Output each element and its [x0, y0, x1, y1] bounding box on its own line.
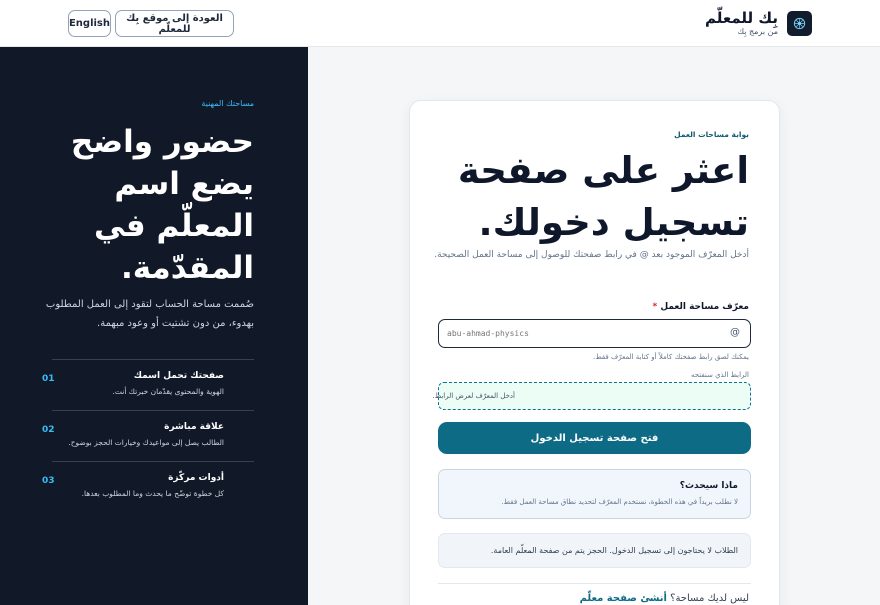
create-teacher-page-link[interactable]: أنشئ صفحة معلّم	[580, 593, 667, 604]
brain-icon	[793, 17, 806, 30]
panel-eyebrow: مساحتك المهنية	[201, 99, 254, 108]
feature-item: 01 صفحتك تحمل اسمك الهوية والمحتوى يقدّم…	[42, 359, 254, 410]
signup-prompt: ليس لديك مساحة؟ أنشئ صفحة معلّم	[580, 593, 749, 604]
top-header: بِك للمعلّم من برمج بِك العودة إلى موقع …	[0, 0, 880, 47]
panel-title: حضور واضح يضع اسم المعلّم في المقدّمة.	[70, 124, 254, 286]
feature-number: 01	[42, 374, 55, 384]
info-body: لا نطلب بريداً في هذه الخطوة، نستخدم الم…	[501, 498, 738, 506]
panel-description: صُممت مساحة الحساب لتقود إلى العمل المطل…	[45, 299, 254, 329]
back-to-site-button[interactable]: العودة إلى موقع بِك للمعلّم	[115, 10, 234, 37]
brand-name: بِك للمعلّم	[705, 9, 778, 27]
feature-number: 03	[42, 476, 55, 486]
field-help-text: يمكنك لصق رابط صفحتك كاملاً أو كتابة الم…	[592, 353, 749, 361]
feature-subtitle: الهوية والمحتوى يقدّمان خبرتك أنت.	[112, 387, 224, 396]
url-preview-text: أدخل المعرّف لعرض الرابط.	[432, 392, 515, 400]
info-title: ماذا سيحدث؟	[679, 481, 738, 491]
workspace-id-input[interactable]	[447, 323, 717, 343]
url-preview-box: أدخل المعرّف لعرض الرابط.	[432, 382, 751, 410]
students-note: الطلاب لا يحتاجون إلى تسجيل الدخول. الحج…	[438, 533, 751, 568]
card-title: اعثر على صفحة تسجيل دخولك.	[457, 149, 749, 244]
brand-logo-icon[interactable]	[787, 11, 812, 36]
open-login-page-button[interactable]: فتح صفحة تسجيل الدخول	[438, 422, 751, 454]
workspace-id-label: معرّف مساحة العمل *	[650, 302, 750, 312]
students-note-text: الطلاب لا يحتاجون إلى تسجيل الدخول. الحج…	[490, 546, 738, 555]
at-prefix: @	[730, 327, 740, 338]
divider	[438, 583, 751, 584]
signup-prompt-text: ليس لديك مساحة؟	[670, 593, 749, 604]
workspace-id-label-text: معرّف مساحة العمل	[660, 302, 749, 312]
feature-title: علاقة مباشرة	[164, 422, 224, 432]
feature-title: أدوات مركّزة	[168, 473, 224, 483]
workspace-id-field[interactable]: @	[438, 319, 751, 348]
required-marker: *	[652, 302, 658, 312]
feature-number: 02	[42, 425, 55, 435]
feature-title: صفحتك تحمل اسمك	[133, 371, 224, 381]
feature-item: 03 أدوات مركّزة كل خطوة توضّح ما يحدث وم…	[42, 461, 254, 512]
feature-item: 02 علاقة مباشرة الطالب يصل إلى مواعيدك و…	[42, 410, 254, 461]
url-preview-label: الرابط الذي سنفتحه	[690, 371, 749, 379]
workspace-lookup-card: بوابة مساحات العمل اعثر على صفحة تسجيل د…	[409, 100, 780, 605]
feature-subtitle: كل خطوة توضّح ما يحدث وما المطلوب بعدها.	[81, 489, 224, 498]
card-eyebrow: بوابة مساحات العمل	[674, 130, 749, 139]
card-description: أدخل المعرّف الموجود بعد @ في رابط صفحتك…	[434, 250, 749, 260]
info-box: ماذا سيحدث؟ لا نطلب بريداً في هذه الخطوة…	[438, 469, 751, 519]
feature-subtitle: الطالب يصل إلى مواعيدك وخيارات الحجز بوض…	[68, 438, 224, 447]
feature-list: 01 صفحتك تحمل اسمك الهوية والمحتوى يقدّم…	[42, 359, 254, 512]
brand[interactable]: بِك للمعلّم من برمج بِك	[705, 10, 778, 37]
language-toggle-button[interactable]: English	[68, 10, 111, 37]
brand-tagline: من برمج بِك	[737, 27, 778, 36]
intro-panel: مساحتك المهنية حضور واضح يضع اسم المعلّم…	[0, 47, 308, 605]
